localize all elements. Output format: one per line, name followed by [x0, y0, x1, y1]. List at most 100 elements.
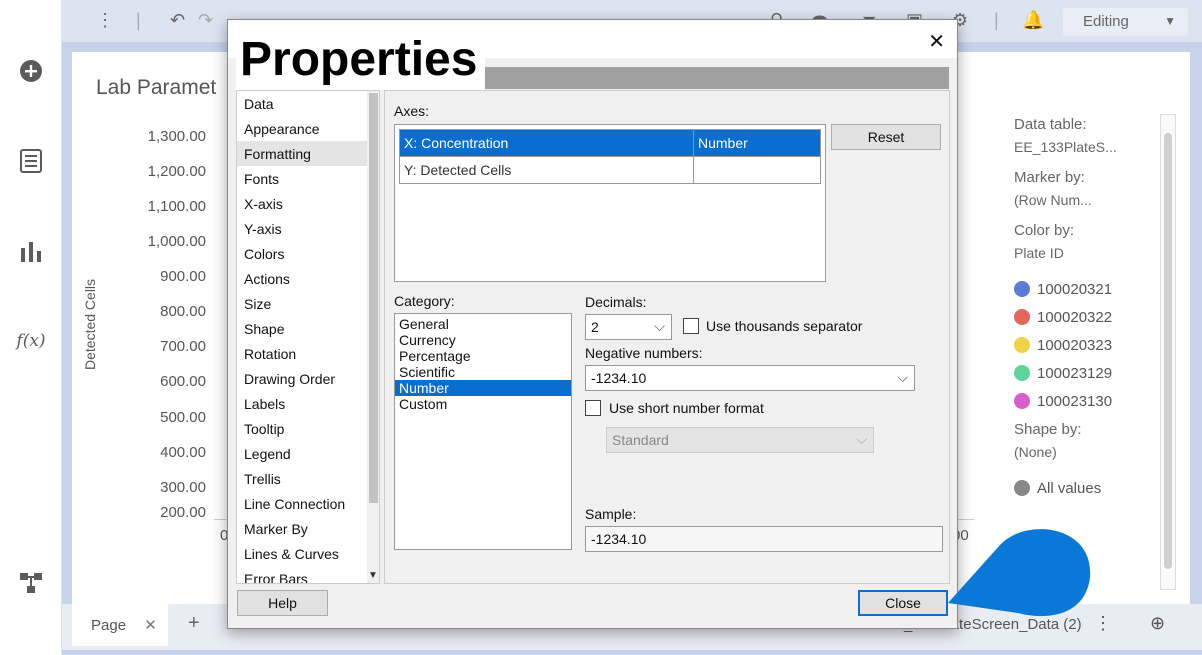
legend-item[interactable]: 100020322 [1014, 303, 1154, 331]
legend-color-icon [1014, 309, 1030, 325]
decimals-select[interactable]: 2 ⌵ [585, 314, 672, 340]
shape-legend-item[interactable]: All values [1014, 474, 1154, 502]
chevron-down-icon: ⌵ [654, 318, 665, 334]
nav-item-trellis[interactable]: Trellis [237, 466, 379, 491]
nav-scrollbar[interactable]: ▼ [367, 91, 379, 583]
short-number-format-checkbox[interactable] [585, 400, 601, 416]
y-tick-label: 600.00 [160, 373, 206, 390]
more-vertical-icon[interactable]: ⋮ [1094, 613, 1112, 634]
callout-pointer [948, 529, 1091, 617]
axes-row-y[interactable]: Y: Detected Cells [399, 156, 821, 184]
mode-dropdown[interactable]: Editing ▼ [1063, 8, 1188, 36]
data-table-icon[interactable] [18, 148, 44, 174]
legend-item-label: 100023130 [1037, 392, 1113, 410]
nav-item-tooltip[interactable]: Tooltip [237, 416, 379, 441]
category-item-number[interactable]: Number [395, 380, 571, 396]
category-label: Category: [394, 293, 455, 309]
sample-value: -1234.10 [591, 531, 647, 547]
more-vertical-icon[interactable]: ⋮ [96, 10, 114, 31]
nav-item-shape[interactable]: Shape [237, 316, 379, 341]
nav-item-data[interactable]: Data [237, 91, 379, 116]
legend-item[interactable]: 100023129 [1014, 359, 1154, 387]
y-axis-label: Detected Cells [82, 278, 98, 370]
nav-scrollbar-thumb[interactable] [369, 93, 378, 503]
axes-name: X: Concentration [400, 130, 694, 156]
negative-numbers-label: Negative numbers: [585, 345, 703, 361]
shape-by-value[interactable]: (None) [1014, 444, 1154, 460]
nav-item-drawing-order[interactable]: Drawing Order [237, 366, 379, 391]
marker-by-label: Marker by: [1014, 169, 1085, 186]
nav-item-actions[interactable]: Actions [237, 266, 379, 291]
nav-item-marker-by[interactable]: Marker By [237, 516, 379, 541]
marker-by-value[interactable]: (Row Num... [1014, 192, 1154, 208]
nav-item-colors[interactable]: Colors [237, 241, 379, 266]
data-table-value[interactable]: EE_133PlateS... [1014, 139, 1154, 155]
undo-icon[interactable]: ↶ [170, 10, 185, 31]
bar-chart-icon[interactable] [18, 238, 44, 264]
chevron-down-icon: ⌵ [897, 369, 908, 385]
add-page-icon[interactable]: + [188, 612, 200, 635]
toolbar-divider-2: | [994, 10, 999, 30]
nav-item-labels[interactable]: Labels [237, 391, 379, 416]
legend-item[interactable]: 100023130 [1014, 387, 1154, 415]
axes-row-x[interactable]: X: Concentration Number [399, 129, 821, 157]
hierarchy-icon[interactable] [18, 570, 44, 596]
add-icon[interactable] [18, 58, 44, 84]
shape-marker-icon [1014, 480, 1030, 496]
y-tick-label: 1,000.00 [147, 233, 206, 250]
nav-item-error-bars[interactable]: Error Bars [237, 566, 379, 583]
globe-icon[interactable]: ⊕ [1150, 613, 1165, 634]
function-icon[interactable]: f(x) [16, 328, 45, 354]
close-tab-icon[interactable]: ✕ [144, 617, 157, 634]
legend-item-label: 100020321 [1037, 280, 1113, 298]
y-tick-label: 900.00 [160, 268, 206, 285]
y-tick-label: 1,100.00 [147, 198, 206, 215]
notification-bell-icon[interactable]: 🔔 [1022, 10, 1044, 31]
nav-item-legend[interactable]: Legend [237, 441, 379, 466]
legend-color-icon [1014, 337, 1030, 353]
page-tab[interactable]: Page ✕ [72, 604, 168, 646]
nav-item-lines-curves[interactable]: Lines & Curves [237, 541, 379, 566]
axes-name: Y: Detected Cells [400, 157, 694, 183]
y-tick-label: 1,200.00 [147, 163, 206, 180]
category-item-scientific[interactable]: Scientific [395, 364, 571, 380]
scrollbar-thumb[interactable] [1164, 133, 1172, 569]
decimals-value: 2 [591, 319, 599, 335]
category-item-general[interactable]: General [395, 316, 571, 332]
nav-item-formatting[interactable]: Formatting [237, 141, 379, 166]
sample-label: Sample: [585, 506, 637, 522]
negative-numbers-select[interactable]: -1234.10 ⌵ [585, 365, 915, 391]
toolbar-divider: | [136, 10, 141, 30]
nav-item-x-axis[interactable]: X-axis [237, 191, 379, 216]
nav-item-line-connection[interactable]: Line Connection [237, 491, 379, 516]
nav-item-size[interactable]: Size [237, 291, 379, 316]
legend-item[interactable]: 100020321 [1014, 275, 1154, 303]
category-item-percentage[interactable]: Percentage [395, 348, 571, 364]
chevron-down-icon: ⌵ [856, 431, 867, 447]
short-format-select: Standard ⌵ [606, 427, 874, 453]
redo-icon[interactable]: ↷ [198, 10, 213, 31]
thousands-separator-checkbox[interactable] [683, 318, 699, 334]
scroll-down-icon[interactable]: ▼ [368, 570, 378, 581]
sample-field: -1234.10 [585, 526, 943, 552]
nav-item-appearance[interactable]: Appearance [237, 116, 379, 141]
legend-item-label: 100020322 [1037, 308, 1113, 326]
decimals-label: Decimals: [585, 294, 647, 310]
nav-item-fonts[interactable]: Fonts [237, 166, 379, 191]
legend-scrollbar[interactable] [1160, 114, 1176, 590]
category-item-currency[interactable]: Currency [395, 332, 571, 348]
close-button[interactable]: Close [858, 590, 948, 616]
legend-item[interactable]: 100020323 [1014, 331, 1154, 359]
legend-item-label: 100020323 [1037, 336, 1113, 354]
dialog-title: Properties [236, 30, 486, 90]
help-button[interactable]: Help [237, 590, 328, 616]
color-by-value[interactable]: Plate ID [1014, 245, 1154, 261]
short-number-format-label: Use short number format [609, 400, 764, 416]
close-icon[interactable]: ✕ [928, 29, 945, 54]
reset-button[interactable]: Reset [831, 124, 941, 150]
category-item-custom[interactable]: Custom [395, 396, 571, 412]
axes-format: Number [698, 135, 748, 151]
nav-item-rotation[interactable]: Rotation [237, 341, 379, 366]
legend-color-icon [1014, 281, 1030, 297]
nav-item-y-axis[interactable]: Y-axis [237, 216, 379, 241]
